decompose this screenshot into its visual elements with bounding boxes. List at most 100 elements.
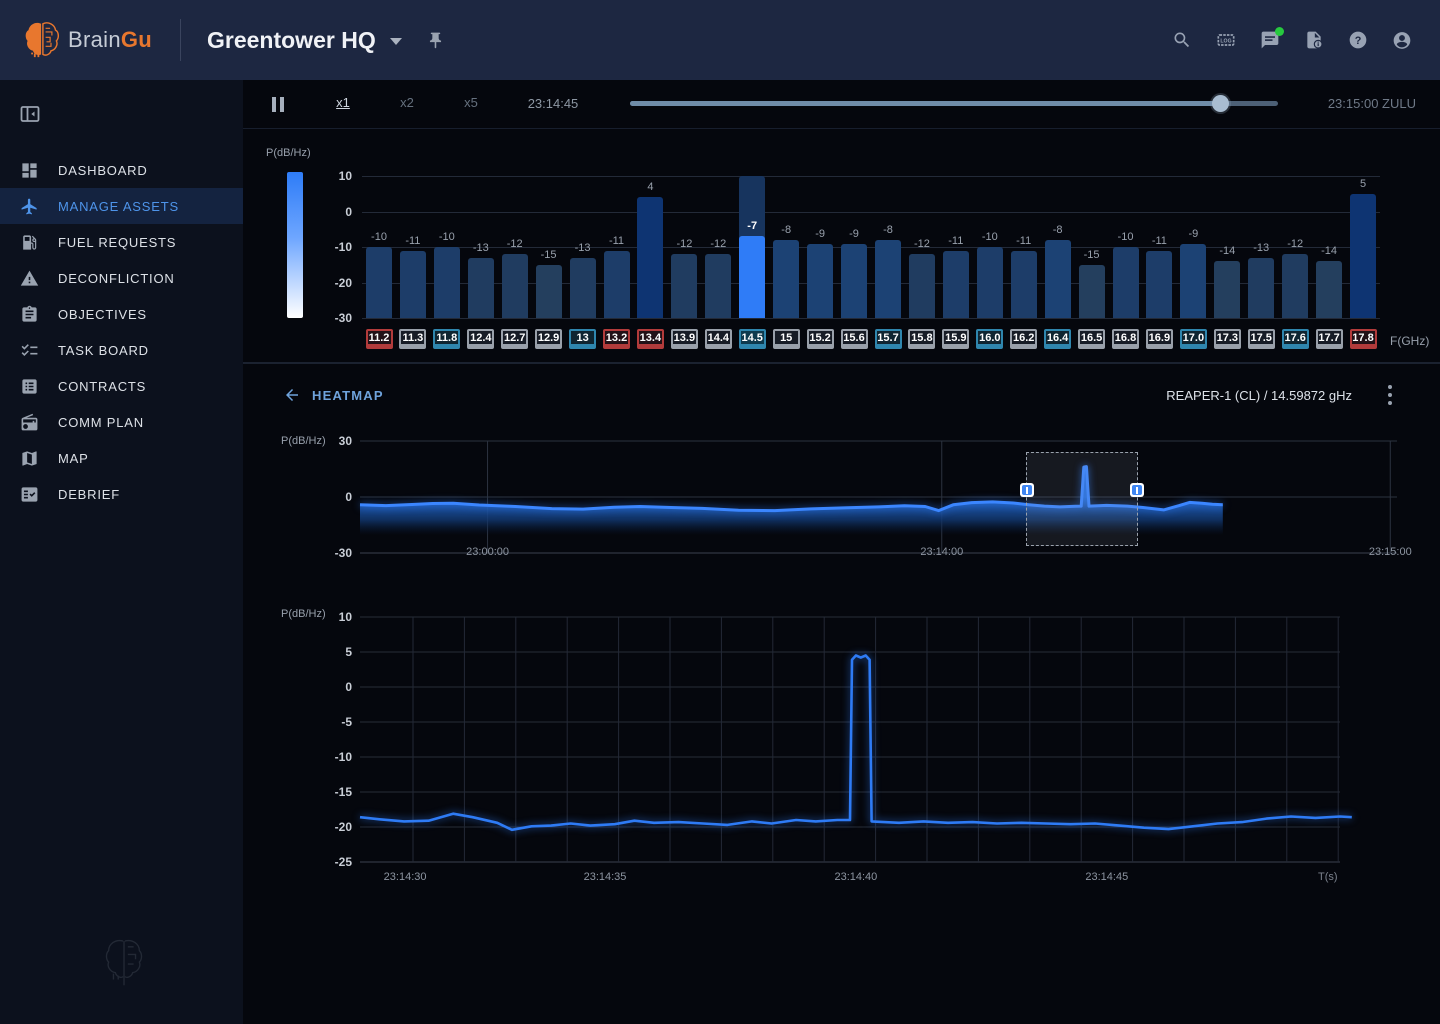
- frequency-badge[interactable]: 13.2: [603, 329, 630, 349]
- speed-x1-button[interactable]: x1: [323, 95, 363, 110]
- sidebar-item-label: DECONFLICTION: [58, 271, 175, 286]
- spectrum-bar[interactable]: [604, 251, 630, 319]
- frequency-badge[interactable]: 17.8: [1350, 329, 1377, 349]
- spectrum-bar[interactable]: [1079, 265, 1105, 318]
- frequency-badge[interactable]: 11.8: [433, 329, 460, 349]
- slider-thumb[interactable]: [1212, 95, 1229, 112]
- frequency-badge[interactable]: 13.9: [671, 329, 698, 349]
- sidebar-item-label: FUEL REQUESTS: [58, 235, 176, 250]
- frequency-badge[interactable]: 16.8: [1112, 329, 1139, 349]
- frequency-badge[interactable]: 14.4: [705, 329, 732, 349]
- y-tick-label: 0: [310, 680, 352, 694]
- bar-value-label: 4: [630, 181, 670, 193]
- spectrum-bar[interactable]: [637, 197, 663, 318]
- spectrum-bar[interactable]: [1045, 240, 1071, 318]
- frequency-badge[interactable]: 17.5: [1248, 329, 1275, 349]
- frequency-badge[interactable]: 15.8: [908, 329, 935, 349]
- frequency-badge[interactable]: 17.7: [1316, 329, 1343, 349]
- frequency-badge[interactable]: 13: [569, 329, 596, 349]
- spectrum-bar[interactable]: [773, 240, 799, 318]
- spectrum-bar[interactable]: [909, 254, 935, 318]
- frequency-badge[interactable]: 17.6: [1282, 329, 1309, 349]
- spectrum-bar[interactable]: [1146, 251, 1172, 319]
- frequency-badge[interactable]: 15.7: [875, 329, 902, 349]
- spectrum-bar[interactable]: [434, 247, 460, 318]
- spectrum-bar[interactable]: [1214, 261, 1240, 318]
- pause-icon[interactable]: [272, 97, 286, 112]
- frequency-badge[interactable]: 15.2: [807, 329, 834, 349]
- spectrum-bar[interactable]: [1180, 244, 1206, 319]
- speed-x2-button[interactable]: x2: [387, 95, 427, 110]
- sidebar-item-comm-plan[interactable]: COMM PLAN: [0, 404, 243, 440]
- sidebar-item-contracts[interactable]: CONTRACTS: [0, 368, 243, 404]
- sidebar-item-dashboard[interactable]: DASHBOARD: [0, 152, 243, 188]
- spectrum-bar[interactable]: [468, 258, 494, 318]
- sidebar-item-map[interactable]: MAP: [0, 440, 243, 476]
- selection-handle-left[interactable]: [1020, 483, 1034, 497]
- frequency-badge[interactable]: 12.7: [501, 329, 528, 349]
- spectrum-x-axis-title: F(GHz): [1390, 334, 1429, 348]
- spectrum-bar[interactable]: [977, 247, 1003, 318]
- spectrum-bar[interactable]: [841, 244, 867, 319]
- frequency-badge[interactable]: 15.9: [942, 329, 969, 349]
- spectrum-bar[interactable]: [943, 251, 969, 319]
- pin-icon[interactable]: [426, 31, 445, 50]
- account-icon[interactable]: [1392, 30, 1412, 50]
- spectrum-bar[interactable]: [705, 254, 731, 318]
- spectrum-bar[interactable]: [1248, 258, 1274, 318]
- time-range-selection[interactable]: [1026, 452, 1138, 546]
- frequency-badge[interactable]: 11.2: [366, 329, 393, 349]
- frequency-badge[interactable]: 16.4: [1044, 329, 1071, 349]
- frequency-badge[interactable]: 16.5: [1078, 329, 1105, 349]
- frequency-badge[interactable]: 16.0: [976, 329, 1003, 349]
- slider-fill: [630, 101, 1220, 106]
- frequency-badge[interactable]: 15.6: [841, 329, 868, 349]
- frequency-badge[interactable]: 17.0: [1180, 329, 1207, 349]
- frequency-badge[interactable]: 12.9: [535, 329, 562, 349]
- spectrum-bar[interactable]: [400, 251, 426, 319]
- spectrum-bar[interactable]: [502, 254, 528, 318]
- page-title: Greentower HQ: [207, 27, 376, 54]
- sidebar-item-debrief[interactable]: DEBRIEF: [0, 476, 243, 512]
- frequency-badge[interactable]: 12.4: [467, 329, 494, 349]
- spectrum-bar[interactable]: [536, 265, 562, 318]
- spectrum-bar[interactable]: [570, 258, 596, 318]
- help-icon[interactable]: ?: [1348, 30, 1368, 50]
- frequency-badge[interactable]: 14.5: [739, 329, 766, 349]
- search-icon[interactable]: [1172, 30, 1192, 50]
- selection-handle-right[interactable]: [1130, 483, 1144, 497]
- collapse-sidebar-icon[interactable]: [18, 102, 42, 126]
- color-scale-legend: [287, 172, 303, 318]
- sidebar-item-deconfliction[interactable]: DECONFLICTION: [0, 260, 243, 296]
- spectrum-bar[interactable]: [807, 244, 833, 319]
- frequency-badge[interactable]: 16.9: [1146, 329, 1173, 349]
- spectrum-bar[interactable]: [1316, 261, 1342, 318]
- file-info-icon[interactable]: [1304, 30, 1324, 50]
- spectrum-bar[interactable]: [1113, 247, 1139, 318]
- chevron-down-icon[interactable]: [390, 38, 402, 45]
- heatmap-title: HEATMAP: [312, 388, 384, 403]
- sidebar-item-objectives[interactable]: OBJECTIVES: [0, 296, 243, 332]
- sidebar-item-task-board[interactable]: TASK BOARD: [0, 332, 243, 368]
- frequency-badge[interactable]: 11.3: [399, 329, 426, 349]
- spectrum-bar[interactable]: [1011, 251, 1037, 319]
- kebab-menu-icon[interactable]: [1383, 385, 1397, 405]
- log-icon[interactable]: LOG: [1216, 30, 1236, 50]
- frequency-badge[interactable]: 16.2: [1010, 329, 1037, 349]
- chat-icon[interactable]: [1260, 30, 1280, 50]
- flight-icon: [20, 197, 39, 216]
- sidebar-item-manage-assets[interactable]: MANAGE ASSETS: [0, 188, 243, 224]
- spectrum-bar[interactable]: [366, 247, 392, 318]
- speed-x5-button[interactable]: x5: [451, 95, 491, 110]
- spectrum-bar[interactable]: [671, 254, 697, 318]
- spectrum-bar[interactable]: [1350, 194, 1376, 318]
- spectrum-bar[interactable]: [1282, 254, 1308, 318]
- spectrum-bar[interactable]: [875, 240, 901, 318]
- frequency-badge[interactable]: 13.4: [637, 329, 664, 349]
- frequency-badge[interactable]: 17.3: [1214, 329, 1241, 349]
- back-icon[interactable]: [283, 386, 301, 404]
- sidebar-item-fuel-requests[interactable]: FUEL REQUESTS: [0, 224, 243, 260]
- frequency-badge[interactable]: 15: [773, 329, 800, 349]
- spectrum-bar[interactable]: [739, 236, 765, 318]
- timeline-slider[interactable]: [630, 101, 1278, 106]
